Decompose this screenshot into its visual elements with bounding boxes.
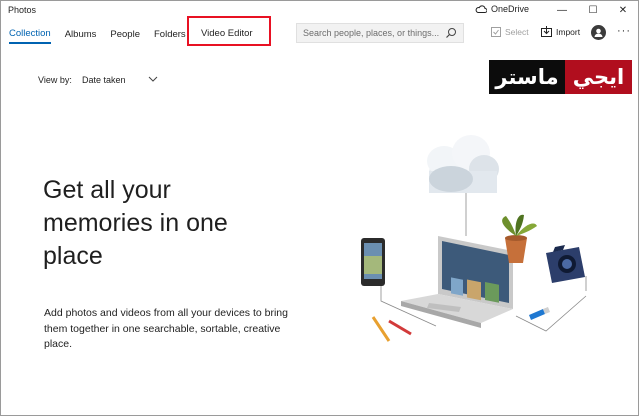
tab-folders[interactable]: Folders bbox=[154, 29, 186, 43]
watermark-red-text: ايجي bbox=[565, 60, 632, 94]
title-bar: Photos OneDrive — ☐ ✕ bbox=[1, 1, 638, 21]
watermark-black-text: ماستر bbox=[489, 60, 565, 94]
watermark-logo: ماستر ايجي bbox=[489, 60, 632, 94]
phone-illustration bbox=[361, 238, 385, 286]
search-icon[interactable] bbox=[445, 27, 457, 39]
tab-people[interactable]: People bbox=[110, 29, 140, 43]
select-icon bbox=[491, 27, 501, 37]
import-label: Import bbox=[556, 26, 581, 37]
close-button[interactable]: ✕ bbox=[608, 1, 638, 19]
onedrive-status[interactable]: OneDrive bbox=[475, 4, 529, 14]
minimize-button[interactable]: — bbox=[547, 1, 577, 19]
tab-video-editor[interactable]: Video Editor bbox=[201, 28, 253, 39]
nav-tabs: Collection Albums People Folders bbox=[9, 28, 200, 44]
select-label: Select bbox=[505, 27, 529, 37]
view-by-dropdown[interactable]: Date taken bbox=[82, 75, 126, 85]
devices-illustration bbox=[361, 135, 587, 342]
cloud-icon bbox=[475, 5, 487, 13]
avatar-icon bbox=[594, 28, 603, 37]
search-box[interactable]: Search people, places, or things... bbox=[296, 23, 464, 43]
app-title: Photos bbox=[8, 5, 37, 15]
chevron-down-icon[interactable] bbox=[148, 75, 158, 83]
maximize-button[interactable]: ☐ bbox=[578, 1, 608, 19]
import-button[interactable]: Import bbox=[541, 26, 580, 37]
onedrive-label: OneDrive bbox=[491, 4, 530, 14]
laptop-illustration bbox=[401, 236, 513, 328]
select-button[interactable]: Select bbox=[491, 27, 529, 37]
tab-collection[interactable]: Collection bbox=[9, 28, 51, 44]
hero-description: Add photos and videos from all your devi… bbox=[44, 307, 288, 350]
pencils-illustration bbox=[371, 316, 412, 342]
more-options-button[interactable]: ··· bbox=[617, 25, 631, 37]
usb-illustration bbox=[529, 307, 550, 320]
cloud-icon bbox=[427, 135, 499, 193]
hero-headline: Get all your memories in one place bbox=[43, 176, 228, 270]
avatar[interactable] bbox=[591, 25, 606, 40]
camera-illustration bbox=[546, 245, 585, 283]
search-input[interactable]: Search people, places, or things... bbox=[303, 28, 439, 38]
view-by-label: View by: bbox=[38, 75, 72, 85]
tab-albums[interactable]: Albums bbox=[65, 29, 97, 43]
import-icon bbox=[541, 26, 552, 37]
